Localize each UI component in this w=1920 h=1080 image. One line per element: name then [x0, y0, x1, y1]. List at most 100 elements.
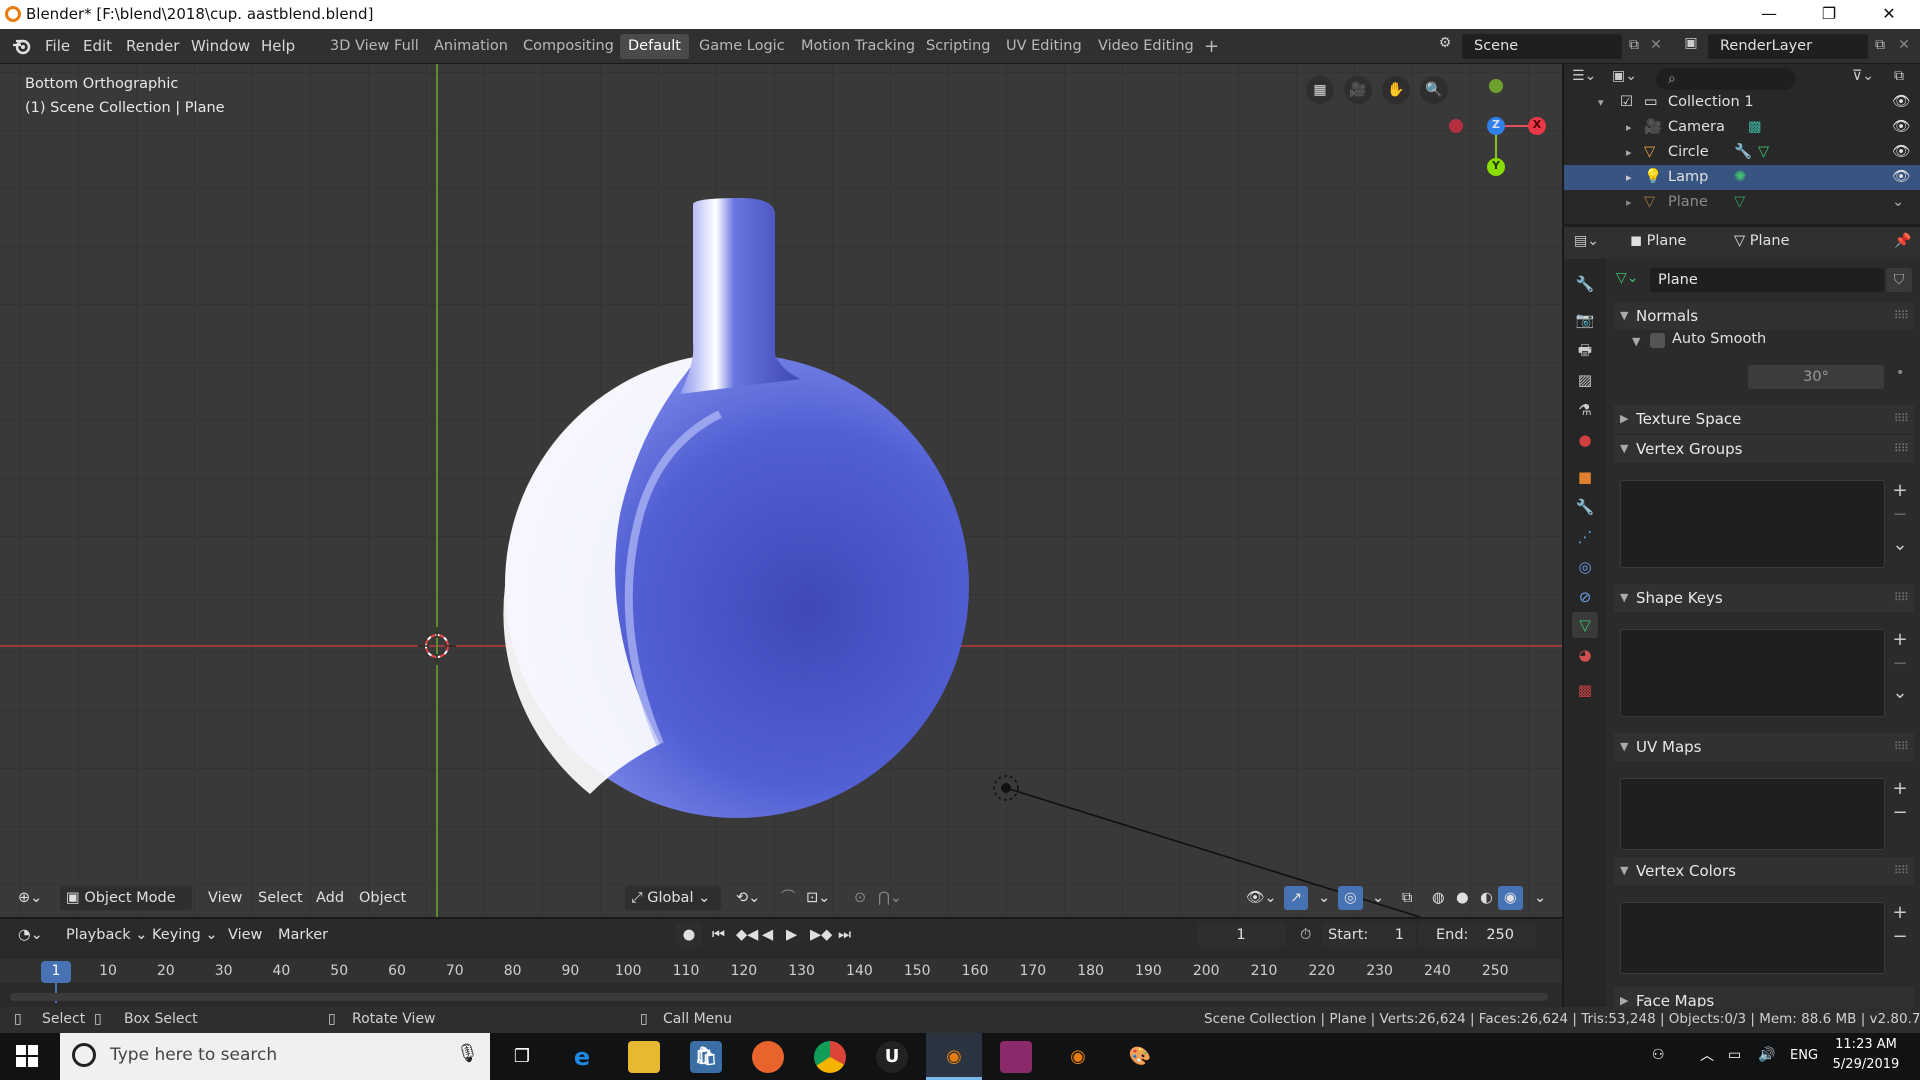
taskbar-search-box[interactable]: Type here to search 🎙	[60, 1033, 490, 1080]
object-mode-dropdown[interactable]: ▣ Object Mode ⌄	[60, 886, 192, 917]
toggle-grid-icon[interactable]: ▦	[1306, 76, 1334, 104]
gizmo-y-label[interactable]: Y	[1489, 159, 1503, 173]
firefox-icon[interactable]	[752, 1041, 784, 1073]
add-uv-map-button[interactable]: +	[1889, 779, 1911, 801]
tab-video-editing[interactable]: Video Editing	[1090, 34, 1202, 59]
snap-icon[interactable]: ⌒	[775, 886, 802, 910]
volume-icon[interactable]: 🔊	[1758, 1047, 1775, 1063]
viewport-menu-add[interactable]: Add	[310, 886, 350, 910]
overlays-toggle-icon[interactable]: ◎	[1338, 886, 1363, 910]
drag-grip-icon[interactable]: ⠿⠿	[1894, 435, 1909, 463]
drag-grip-icon[interactable]: ⠿⠿	[1894, 584, 1909, 612]
chevron-down-icon[interactable]: ⌄	[1892, 190, 1904, 215]
scene-selector-icon[interactable]: ⚙	[1430, 35, 1460, 57]
outliner-row-lamp[interactable]: ▸ 💡 Lamp ✺ 👁	[1564, 165, 1920, 190]
camera-data-icon[interactable]: ▩	[1748, 115, 1762, 140]
blender-menu-icon[interactable]	[12, 36, 32, 56]
timeline-menu-marker[interactable]: Marker	[272, 923, 334, 947]
end-frame-field[interactable]: End: 250	[1418, 923, 1536, 947]
panel-vertex-groups-header[interactable]: ▼ Vertex Groups ⠿⠿	[1614, 435, 1914, 463]
proportional-edit-icon[interactable]: ⊙	[848, 886, 872, 910]
jump-start-icon[interactable]: ⏮	[706, 923, 731, 947]
shading-dropdown-icon[interactable]: ⌄	[1528, 886, 1552, 910]
visibility-icon[interactable]: 👁⌄	[1240, 886, 1283, 910]
viewport-menu-select[interactable]: Select	[252, 886, 309, 910]
auto-smooth-checkbox[interactable]	[1650, 333, 1665, 348]
outliner-search-input[interactable]: ⌕	[1656, 68, 1796, 90]
pin-icon[interactable]: 📌	[1894, 233, 1911, 249]
tab-3d-view-full[interactable]: 3D View Full	[322, 34, 427, 59]
panel-shape-keys-header[interactable]: ▼ Shape Keys ⠿⠿	[1614, 584, 1914, 612]
eye-icon[interactable]: 👁	[1892, 165, 1910, 190]
expand-arrow-icon[interactable]: ▸	[1626, 115, 1632, 140]
properties-editor-type-icon[interactable]: ▤⌄	[1574, 233, 1608, 255]
scene-tab-icon[interactable]: ⚗	[1572, 397, 1598, 423]
microphone-icon[interactable]: 🎙	[456, 1043, 479, 1064]
wireframe-shading-icon[interactable]: ◍	[1426, 886, 1451, 910]
outliner-row-collection[interactable]: ▾ ☑ ▭ Collection 1 👁	[1564, 90, 1920, 115]
render-tab-icon[interactable]: 📷	[1572, 307, 1598, 333]
eye-icon[interactable]: 👁	[1892, 140, 1910, 165]
tray-expand-icon[interactable]: ︿	[1700, 1045, 1714, 1065]
drag-grip-icon[interactable]: ⠿⠿	[1894, 405, 1909, 433]
overlays-dropdown-icon[interactable]: ⌄	[1366, 886, 1390, 910]
snap-target-icon[interactable]: ⊡⌄	[800, 886, 836, 910]
new-scene-icon[interactable]: ⧉	[1624, 37, 1644, 57]
tab-scripting[interactable]: Scripting	[918, 34, 998, 59]
drag-grip-icon[interactable]: ⠿⠿	[1894, 302, 1909, 330]
remove-uv-map-button[interactable]: −	[1889, 803, 1911, 825]
timeline-editor-type-icon[interactable]: ◔⌄	[12, 923, 49, 947]
light-data-icon[interactable]: ✺	[1734, 165, 1746, 190]
timeline-menu-playback[interactable]: Playback ⌄	[60, 923, 153, 947]
new-collection-icon[interactable]: ⧉	[1894, 68, 1916, 90]
panel-vertex-colors-header[interactable]: ▼ Vertex Colors ⠿⠿	[1614, 857, 1914, 885]
outliner-editor-type-icon[interactable]: ☰⌄	[1572, 68, 1604, 90]
world-tab-icon[interactable]: ●	[1572, 427, 1598, 453]
pan-hand-icon[interactable]: ✋	[1382, 76, 1410, 104]
gizmo-toggle-icon[interactable]: ↗	[1284, 886, 1309, 910]
tab-game-logic[interactable]: Game Logic	[691, 34, 793, 59]
remove-vertex-color-button[interactable]: −	[1889, 927, 1911, 949]
language-indicator[interactable]: ENG	[1790, 1048, 1818, 1063]
pivot-point-icon[interactable]: ⟲⌄	[730, 886, 766, 910]
menu-help[interactable]: Help	[261, 35, 295, 57]
clock-time[interactable]: 11:23 AM	[1826, 1037, 1906, 1052]
render-layer-field[interactable]: RenderLayer	[1708, 34, 1868, 59]
expand-arrow-icon[interactable]: ▸	[1626, 190, 1632, 215]
drag-grip-icon[interactable]: ⠿⠿	[1894, 733, 1909, 761]
menu-render[interactable]: Render	[126, 35, 179, 57]
solid-shading-icon[interactable]: ●	[1450, 886, 1475, 910]
gizmo-z-label[interactable]: Z	[1489, 118, 1503, 132]
auto-smooth-collapse-icon[interactable]: ▼	[1632, 335, 1640, 348]
viewport-menu-object[interactable]: Object	[353, 886, 412, 910]
fake-user-shield-icon[interactable]: ⛉	[1886, 268, 1912, 292]
network-icon[interactable]: ▭	[1728, 1047, 1741, 1063]
jump-end-icon[interactable]: ⏭	[832, 923, 857, 947]
delete-scene-icon[interactable]: ✕	[1646, 37, 1666, 57]
maximize-button[interactable]: ❐	[1800, 0, 1858, 29]
expand-arrow-icon[interactable]: ▾	[1598, 90, 1604, 115]
panel-uv-maps-header[interactable]: ▼ UV Maps ⠿⠿	[1614, 733, 1914, 761]
checkbox-checked-icon[interactable]: ☑	[1620, 90, 1633, 115]
scene-field[interactable]: Scene	[1462, 34, 1622, 59]
outliner-row-circle[interactable]: ▸ ▽ Circle 🔧 ▽ 👁	[1564, 140, 1920, 165]
people-icon[interactable]: ⚇	[1652, 1047, 1665, 1063]
timeline-menu-keying[interactable]: Keying ⌄	[146, 923, 223, 947]
lookdev-shading-icon[interactable]: ◐	[1474, 886, 1499, 910]
output-tab-icon[interactable]: 🖶	[1572, 337, 1598, 363]
store-icon[interactable]: 🛍	[690, 1041, 722, 1073]
chrome-icon[interactable]	[814, 1041, 846, 1073]
unreal-engine-icon[interactable]: U	[876, 1041, 908, 1073]
edge-browser-icon[interactable]: e	[566, 1041, 598, 1073]
transform-orientation-dropdown[interactable]: ⤢ Global ⌄	[625, 886, 721, 910]
new-render-layer-icon[interactable]: ⧉	[1870, 37, 1890, 57]
tab-motion-tracking[interactable]: Motion Tracking	[793, 34, 923, 59]
falloff-icon[interactable]: ⋂⌄	[872, 886, 908, 910]
add-vertex-color-button[interactable]: +	[1889, 903, 1911, 925]
panel-normals-header[interactable]: ▼ Normals ⠿⠿	[1614, 302, 1914, 330]
record-keyframe-icon[interactable]: ●	[676, 923, 702, 947]
file-explorer-icon[interactable]	[628, 1041, 660, 1073]
view-layer-tab-icon[interactable]: ▨	[1572, 367, 1598, 393]
blender-alt-icon[interactable]: ◉	[1062, 1041, 1094, 1073]
windows-start-icon[interactable]	[16, 1045, 38, 1067]
